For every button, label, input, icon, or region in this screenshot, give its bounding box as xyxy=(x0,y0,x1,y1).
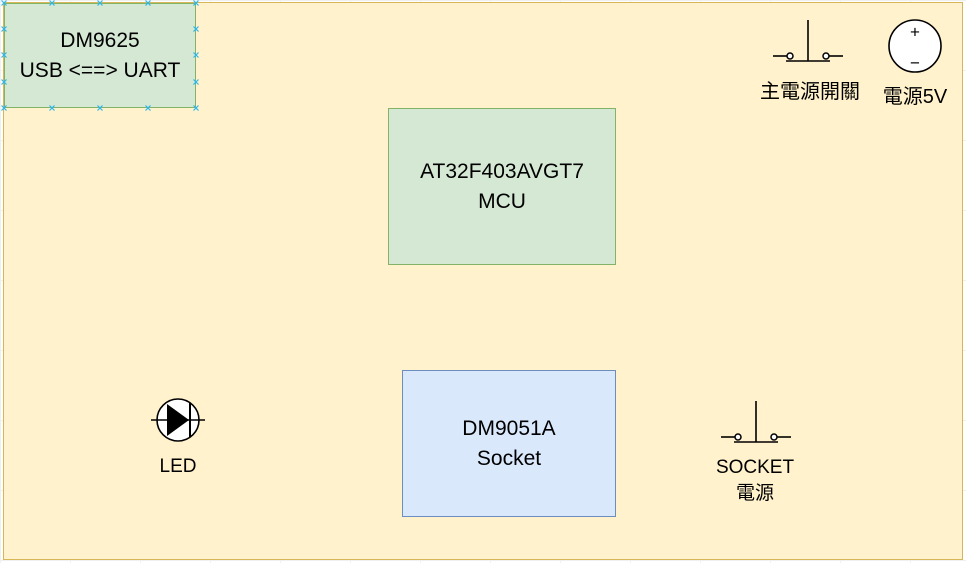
main-power-switch-label: 主電源開關 xyxy=(760,81,860,103)
usb-uart-block-subtitle: USB <==> UART xyxy=(19,58,181,82)
socket-power-switch-icon[interactable] xyxy=(718,398,794,444)
usb-uart-block[interactable]: DM9625 USB <==> UART xyxy=(4,3,196,108)
socket-block-subtitle: Socket xyxy=(476,446,542,470)
voltage-source-minus: − xyxy=(910,53,920,72)
socket-block-title: DM9051A xyxy=(462,416,556,440)
socket-power-label-line2: 電源 xyxy=(735,483,774,504)
socket-block[interactable]: DM9051A Socket xyxy=(402,370,616,517)
voltage-source-plus: + xyxy=(910,22,920,41)
voltage-source-icon[interactable]: + − xyxy=(887,18,945,76)
mcu-block-title: AT32F403AVGT7 xyxy=(420,159,584,183)
socket-power-label-line1: SOCKET xyxy=(715,457,795,478)
mcu-block-subtitle: MCU xyxy=(478,189,526,213)
usb-uart-block-title: DM9625 xyxy=(60,28,140,52)
led-diode-icon[interactable] xyxy=(150,398,206,444)
main-power-switch-icon[interactable] xyxy=(770,18,846,64)
mcu-block[interactable]: AT32F403AVGT7 MCU xyxy=(388,108,616,265)
power-source-label: 電源5V xyxy=(882,86,948,108)
led-label: LED xyxy=(159,456,197,477)
diagram-canvas[interactable]: DM9625 USB <==> UART AT32F403AVGT7 MCU D… xyxy=(0,0,966,563)
